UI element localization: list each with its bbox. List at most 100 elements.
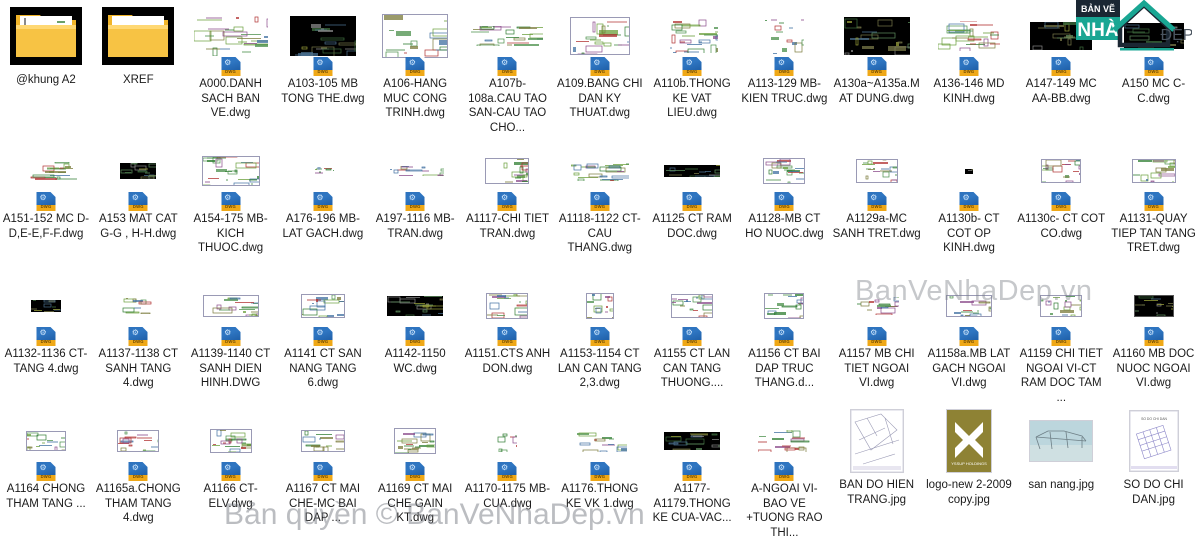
file-item[interactable]: ⚙ DWG A147-149 MC AA-BB.dwg: [1015, 2, 1107, 137]
dwg-thumbnail: ⚙ DWG: [99, 411, 177, 481]
file-item[interactable]: ⚙ DWG A-NGOAI VI-BAO VE +TUONG RAO THI...: [738, 407, 830, 542]
thumbnail-preview: [102, 7, 175, 65]
file-name-label: A154-175 MB-KICH THUOC.dwg: [193, 213, 268, 255]
dwg-file-icon: ⚙ DWG: [36, 192, 56, 211]
file-item[interactable]: ⚙ DWG A197-1116 MB-TRAN.dwg: [369, 137, 461, 272]
dwg-file-icon: ⚙ DWG: [682, 192, 702, 211]
file-item[interactable]: ⚙ DWG A1139-1140 CT SANH DIEN HINH.DWG: [185, 272, 277, 407]
file-item[interactable]: ⚙ DWG A1177-A1179.THONG KE CUA-VAC...: [646, 407, 738, 542]
dwg-thumbnail: ⚙ DWG: [838, 276, 916, 346]
file-item[interactable]: ⚙ DWG A1164 CHONG THAM TANG ...: [0, 407, 92, 542]
file-item[interactable]: ⚙ DWG A1125 CT RAM DOC.dwg: [646, 137, 738, 272]
dwg-file-icon: ⚙ DWG: [405, 192, 425, 211]
file-item[interactable]: ⚙ DWG A106-HANG MUC CONG TRINH.dwg: [369, 2, 461, 137]
dwg-file-icon: ⚙ DWG: [36, 327, 56, 346]
thumbnail-preview: [121, 298, 156, 314]
file-item[interactable]: View 5 Pa2 small.jpg: [0, 542, 92, 546]
file-item[interactable]: BAN DO HIEN TRANG.jpg: [831, 407, 923, 542]
file-item[interactable]: ⚙ DWG A1169 CT MAI CHE GAIN KT.dwg: [369, 407, 461, 542]
file-item[interactable]: ⚙ DWG A130a~A135a.MAT DUNG.dwg: [831, 2, 923, 137]
file-item[interactable]: ⚙ DWG A1151.CTS ANH DON.dwg: [461, 272, 553, 407]
file-item[interactable]: ⚙ DWG A1130c- CT COT CO.dwg: [1015, 137, 1107, 272]
file-item[interactable]: YSSUP HOLDINGS logo-new 2-2009 copy.jpg: [923, 407, 1015, 542]
dwg-thumbnail: ⚙ DWG: [192, 141, 270, 211]
file-name-label: A1118-1122 CT-CAU THANG.dwg: [558, 213, 641, 255]
file-item[interactable]: ⚙ DWG A1158a.MB LAT GACH NGOAI VI.dwg: [923, 272, 1015, 407]
file-item[interactable]: ⚙ DWG A150 MC C-C.dwg: [1108, 2, 1200, 137]
dwg-thumbnail: ⚙ DWG: [653, 276, 731, 346]
file-item[interactable]: ⚙ DWG A1132-1136 CT-TANG 4.dwg: [0, 272, 92, 407]
file-item[interactable]: @khung A2: [0, 2, 92, 137]
file-item[interactable]: ⚙ DWG A1167 CT MAI CHE-MC BAI DAP ...: [277, 407, 369, 542]
dwg-file-icon: ⚙ DWG: [682, 462, 702, 481]
file-name-label: A1156 CT BAI DAP TRUC THANG.d...: [748, 348, 821, 390]
file-item[interactable]: ⚙ DWG A136-146 MD KINH.dwg: [923, 2, 1015, 137]
file-item[interactable]: ⚙ DWG A1170-1175 MB-CUA.dwg: [461, 407, 553, 542]
dwg-thumbnail: ⚙ DWG: [745, 411, 823, 481]
thumbnail-preview: [386, 166, 445, 176]
thumbnail-preview: [485, 158, 530, 184]
file-item[interactable]: ⚙ DWG A000.DANH SACH BAN VE.dwg: [185, 2, 277, 137]
file-item[interactable]: ⚙ DWG A1155 CT LAN CAN TANG THUONG....: [646, 272, 738, 407]
file-item[interactable]: ⚙ DWG A1118-1122 CT-CAU THANG.dwg: [554, 137, 646, 272]
dwg-file-icon: ⚙ DWG: [1051, 192, 1071, 211]
dwg-file-icon: ⚙ DWG: [313, 57, 333, 76]
file-item[interactable]: ⚙ DWG A1160 MB DOC NUOC NGOAI VI.dwg: [1108, 272, 1200, 407]
dwg-file-icon: ⚙ DWG: [590, 57, 610, 76]
thumbnail-preview: [117, 430, 160, 452]
file-name-label: A1164 CHONG THAM TANG ...: [6, 483, 86, 510]
thumbnail-preview: [120, 163, 157, 179]
thumbnail-preview: [763, 158, 806, 184]
file-item[interactable]: ⚙ DWG A1157 MB CHI TIET NGOAI VI.dwg: [831, 272, 923, 407]
file-name-label: A109.BANG CHI DAN KY THUAT.dwg: [556, 78, 643, 120]
dwg-file-icon: ⚙ DWG: [497, 192, 517, 211]
dwg-file-icon: ⚙ DWG: [959, 192, 979, 211]
file-item[interactable]: ⚙ DWG A1137-1138 CT SANH TANG 4.dwg: [92, 272, 184, 407]
dwg-thumbnail: ⚙ DWG: [99, 141, 177, 211]
dwg-file-icon: ⚙ DWG: [128, 462, 148, 481]
file-item[interactable]: ⚙ DWG A109.BANG CHI DAN KY THUAT.dwg: [554, 2, 646, 137]
file-name-label: A1132-1136 CT-TANG 4.dwg: [4, 348, 88, 375]
file-item[interactable]: ⚙ DWG A1129a-MC SANH TRET.dwg: [831, 137, 923, 272]
file-name-label: A113-129 MB-KIEN TRUC.dwg: [741, 78, 828, 105]
file-item[interactable]: ⚙ DWG A154-175 MB-KICH THUOC.dwg: [185, 137, 277, 272]
dwg-file-icon: ⚙ DWG: [405, 327, 425, 346]
thumbnail-preview: [382, 14, 449, 58]
file-name-label: A151-152 MC D-D,E-E,F-F.dwg: [2, 213, 90, 240]
file-item[interactable]: ⚙ DWG A1117-CHI TIET TRAN.dwg: [461, 137, 553, 272]
thumbnail-preview: [1131, 159, 1176, 183]
thumbnail-preview: [758, 430, 811, 452]
file-name-label: A1166 CT-ELV.dwg: [203, 483, 258, 510]
file-grid[interactable]: @khung A2 XREF ⚙ DWG A000.DANH SACH BAN VE.d…: [0, 0, 1200, 546]
file-item[interactable]: ⚙ DWG A1156 CT BAI DAP TRUC THANG.d...: [738, 272, 830, 407]
file-item[interactable]: SO DO CHI DAN SO DO CHI DAN.jpg: [1108, 407, 1200, 542]
file-item[interactable]: ⚙ DWG A110b.THONG KE VAT LIEU.dwg: [646, 2, 738, 137]
file-item[interactable]: ⚙ DWG A1130b- CT COT OP KINH.dwg: [923, 137, 1015, 272]
thumbnail-preview: [569, 17, 630, 55]
file-item[interactable]: ⚙ DWG A1165a.CHONG THAM TANG 4.dwg: [92, 407, 184, 542]
file-name-label: A1160 MB DOC NUOC NGOAI VI.dwg: [1112, 348, 1195, 390]
file-name-label: A1130c- CT COT CO.dwg: [1017, 213, 1106, 240]
thumbnail-preview: [193, 16, 268, 56]
file-item[interactable]: ⚙ DWG A153 MAT CAT G-G , H-H.dwg: [92, 137, 184, 272]
thumbnail-preview: [471, 26, 544, 46]
thumbnail-preview: SO DO CHI DAN: [1128, 410, 1179, 472]
file-item[interactable]: ⚙ DWG A1142-1150 WC.dwg: [369, 272, 461, 407]
file-item[interactable]: XREF: [92, 2, 184, 137]
file-item[interactable]: san nang.jpg: [1015, 407, 1107, 542]
file-item[interactable]: ⚙ DWG A1128-MB CT HO NUOC.dwg: [738, 137, 830, 272]
file-item[interactable]: ⚙ DWG A113-129 MB-KIEN TRUC.dwg: [738, 2, 830, 137]
file-item[interactable]: ⚙ DWG A1153-1154 CT LAN CAN TANG 2,3.dwg: [554, 272, 646, 407]
file-name-label: A1155 CT LAN CAN TANG THUONG....: [653, 348, 731, 390]
file-item[interactable]: ⚙ DWG A151-152 MC D-D,E-E,F-F.dwg: [0, 137, 92, 272]
file-item[interactable]: ⚙ DWG A1166 CT-ELV.dwg: [185, 407, 277, 542]
file-item[interactable]: ⚙ DWG A1131-QUAY TIEP TAN TANG TRET.dwg: [1108, 137, 1200, 272]
file-item[interactable]: ⚙ DWG A1176.THONG KE VK 1.dwg: [554, 407, 646, 542]
file-item[interactable]: ⚙ DWG A1159 CHI TIET NGOAI VI-CT RAM DOC T…: [1015, 272, 1107, 407]
file-item[interactable]: ⚙ DWG A1141 CT SAN NANG TANG 6.dwg: [277, 272, 369, 407]
file-name-label: A147-149 MC AA-BB.dwg: [1025, 78, 1097, 105]
file-item[interactable]: ⚙ DWG A103-105 MB TONG THE.dwg: [277, 2, 369, 137]
thumbnail-preview: [497, 430, 518, 452]
file-item[interactable]: ⚙ DWG A107b-108a.CAU TAO SAN-CAU TAO CHO..…: [461, 2, 553, 137]
file-item[interactable]: ⚙ DWG A176-196 MB-LAT GACH.dwg: [277, 137, 369, 272]
